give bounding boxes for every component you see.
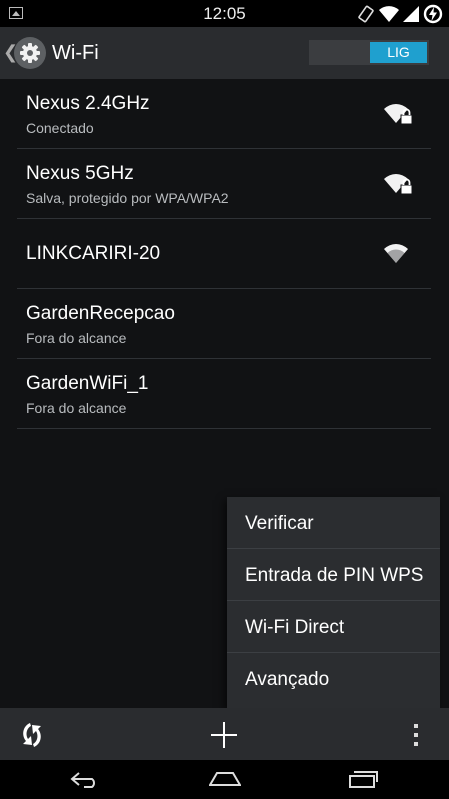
- wifi-icon: [379, 5, 399, 22]
- network-list: Nexus 2.4GHz Conectado Nexus 5GHz Salva,…: [17, 79, 431, 429]
- action-bar: ❮ Wi-Fi LIG: [0, 27, 449, 79]
- overflow-icon[interactable]: [412, 723, 420, 747]
- network-item-nexus-5[interactable]: Nexus 5GHz Salva, protegido por WPA/WPA2: [17, 149, 431, 219]
- network-status: Fora do alcance: [26, 400, 127, 416]
- add-icon[interactable]: [210, 721, 238, 749]
- network-name: Nexus 5GHz: [26, 163, 134, 184]
- network-name: Nexus 2.4GHz: [26, 93, 150, 114]
- recents-icon[interactable]: [347, 769, 379, 789]
- network-status: Conectado: [26, 120, 94, 136]
- wifi-toggle[interactable]: LIG: [309, 40, 429, 65]
- network-name: GardenWiFi_1: [26, 373, 149, 394]
- page-title: Wi-Fi: [52, 42, 99, 64]
- overflow-menu: Verificar Entrada de PIN WPS Wi-Fi Direc…: [227, 497, 440, 708]
- menu-item-avancado[interactable]: Avançado: [227, 653, 440, 705]
- network-item-linkcariri[interactable]: LINKCARIRI-20: [17, 219, 431, 289]
- status-bar: 12:05: [0, 0, 449, 27]
- wifi-icon: [384, 244, 408, 263]
- network-name: LINKCARIRI-20: [26, 243, 161, 264]
- wifi-lock-icon: [384, 174, 413, 195]
- rotate-icon: [358, 5, 374, 22]
- wps-icon[interactable]: [17, 720, 47, 750]
- wifi-lock-icon: [384, 104, 413, 125]
- bottom-action-bar: [0, 708, 449, 760]
- menu-item-wifi-direct[interactable]: Wi-Fi Direct: [227, 601, 440, 653]
- battery-charging-icon: [423, 4, 443, 23]
- status-icons: [357, 3, 443, 24]
- gear-icon[interactable]: [14, 37, 46, 69]
- menu-item-verificar[interactable]: Verificar: [227, 497, 440, 549]
- navigation-bar: [0, 760, 449, 799]
- network-item-gardenwifi[interactable]: GardenWiFi_1 Fora do alcance: [17, 359, 431, 429]
- back-icon[interactable]: [70, 771, 102, 789]
- home-icon[interactable]: [209, 770, 241, 788]
- signal-icon: [403, 5, 419, 22]
- network-status: Fora do alcance: [26, 330, 127, 346]
- wifi-toggle-label: LIG: [370, 42, 427, 63]
- network-item-gardenrecepcao[interactable]: GardenRecepcao Fora do alcance: [17, 289, 431, 359]
- network-name: GardenRecepcao: [26, 303, 175, 324]
- network-item-nexus-24[interactable]: Nexus 2.4GHz Conectado: [17, 79, 431, 149]
- network-status: Salva, protegido por WPA/WPA2: [26, 190, 229, 206]
- menu-item-wps-pin[interactable]: Entrada de PIN WPS: [227, 549, 440, 601]
